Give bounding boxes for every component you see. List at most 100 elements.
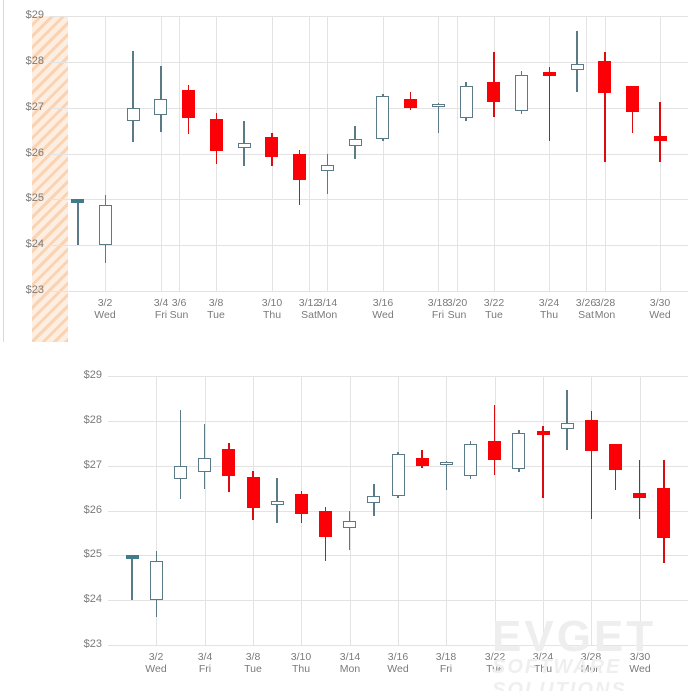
candle-wick	[348, 510, 351, 550]
x-tick-weekday: Sun	[169, 309, 189, 321]
candle-body	[222, 448, 236, 476]
x-tick-weekday: Sun	[447, 309, 467, 321]
y-gridline	[50, 154, 688, 155]
candle-body	[488, 441, 502, 461]
x-axis-tick-label: 3/24 Thu	[517, 651, 569, 675]
y-axis-tick-label: $24	[83, 593, 102, 605]
candle-body	[415, 457, 429, 466]
candle-body	[376, 95, 390, 139]
x-tick-weekday: Tue	[207, 309, 225, 321]
candle-body	[270, 500, 284, 506]
candle-body	[198, 457, 212, 473]
candle-body	[536, 430, 550, 436]
y-axis-tick-label: $23	[83, 638, 102, 650]
y-gridline	[50, 291, 688, 292]
x-tick-date: 3/2	[97, 297, 113, 309]
candle-body	[237, 143, 251, 148]
x-gridline	[383, 16, 384, 291]
candle-body	[320, 164, 334, 171]
x-tick-date: 3/28	[594, 297, 616, 309]
x-tick-weekday: Wed	[387, 663, 409, 675]
candle-body	[657, 488, 671, 539]
candle-wick	[542, 426, 544, 498]
x-tick-date: 3/16	[387, 651, 409, 663]
candle-wick	[445, 461, 448, 491]
x-gridline	[205, 376, 206, 645]
candle-wick	[179, 410, 182, 500]
x-tick-weekday: Mon	[339, 663, 361, 675]
x-axis-tick-label: 3/4 Fri	[179, 651, 231, 675]
x-tick-weekday: Wed	[649, 309, 671, 321]
candle-wick	[326, 153, 329, 194]
candlestick-comparison-page: $23 $24 $25 $26 $27 $28 $29 3/2 Wed 3/4 Fri 3/6 Sun 3…	[0, 0, 695, 691]
plot-area-top: $23 $24 $25 $26 $27 $28 $29 3/2 Wed 3/4 Fri 3/6 Sun 3…	[0, 0, 695, 345]
y-axis-tick-label: $26	[25, 147, 44, 159]
x-tick-date: 3/28	[580, 651, 602, 663]
candle-body	[515, 74, 529, 112]
x-tick-weekday: Mon	[316, 309, 338, 321]
chart-bottom-no-weekends: $23 $24 $25 $26 $27 $28 $29 3/2 Wed 3/4 Fri 3/8 Tue 3…	[0, 345, 695, 691]
candle-body	[570, 63, 584, 71]
y-gridline	[50, 108, 688, 109]
x-tick-date: 3/18	[435, 651, 457, 663]
x-axis-tick-label: 3/22 Tue	[469, 651, 521, 675]
candle-body	[459, 85, 473, 118]
y-axis-tick-label: $23	[25, 284, 44, 296]
candle-body	[209, 119, 223, 152]
candle-body	[512, 433, 526, 470]
x-axis-tick-label: 3/2 Wed	[79, 297, 131, 321]
candle-wick	[638, 460, 641, 519]
x-gridline	[309, 16, 310, 291]
x-tick-date: 3/22	[483, 297, 505, 309]
x-axis-tick-label: 3/14 Mon	[324, 651, 376, 675]
y-axis-tick-label: $25	[25, 192, 44, 204]
x-axis-tick-label: 3/10 Thu	[275, 651, 327, 675]
x-tick-weekday: Thu	[539, 309, 559, 321]
x-tick-date: 3/6	[171, 297, 187, 309]
x-axis-tick-label: 3/28 Mon	[565, 651, 617, 675]
candle-body	[149, 560, 163, 601]
chart-top-with-weekends: $23 $24 $25 $26 $27 $28 $29 3/2 Wed 3/4 Fri 3/6 Sun 3…	[0, 0, 695, 345]
x-tick-date: 3/30	[629, 651, 651, 663]
x-tick-date: 3/16	[372, 297, 394, 309]
x-gridline	[457, 16, 458, 291]
y-axis-tick-label: $28	[25, 55, 44, 67]
candle-body	[343, 521, 357, 528]
candle-body	[598, 60, 612, 93]
x-gridline	[586, 16, 587, 291]
candle-body	[98, 204, 112, 246]
candle-wick	[131, 555, 133, 601]
candle-body	[609, 444, 622, 471]
candle-body	[391, 454, 405, 497]
candle-body	[584, 419, 598, 452]
x-axis-tick-label: 3/30 Wed	[614, 651, 666, 675]
x-gridline	[161, 16, 162, 291]
x-tick-date: 3/4	[197, 651, 213, 663]
x-axis-tick-label: 3/22 Tue	[468, 297, 520, 321]
y-gridline	[108, 645, 688, 646]
x-axis-tick-label: 3/2 Wed	[130, 651, 182, 675]
candle-body	[404, 99, 418, 108]
x-tick-weekday: Wed	[372, 309, 394, 321]
x-tick-weekday: Tue	[486, 663, 504, 675]
candle-body	[154, 99, 168, 115]
x-gridline	[398, 376, 399, 645]
candle-body	[319, 510, 332, 537]
plot-area-bottom: $23 $24 $25 $26 $27 $28 $29 3/2 Wed 3/4 Fri 3/8 Tue 3…	[0, 345, 695, 691]
candle-body	[294, 493, 308, 515]
candle-body	[367, 496, 381, 504]
x-tick-weekday: Thu	[291, 663, 311, 675]
candle-wick	[132, 50, 134, 143]
x-gridline	[446, 376, 447, 645]
x-tick-weekday: Tue	[244, 663, 262, 675]
candle-body	[487, 82, 501, 103]
x-tick-weekday: Fri	[439, 663, 453, 675]
candle-body	[71, 199, 85, 203]
candle-body	[265, 136, 279, 158]
candle-body	[464, 444, 477, 476]
x-tick-date: 3/30	[649, 297, 671, 309]
candle-wick	[548, 67, 551, 141]
x-tick-date: 3/10	[290, 651, 312, 663]
x-tick-date: 3/20	[446, 297, 468, 309]
candle-body	[174, 465, 187, 480]
